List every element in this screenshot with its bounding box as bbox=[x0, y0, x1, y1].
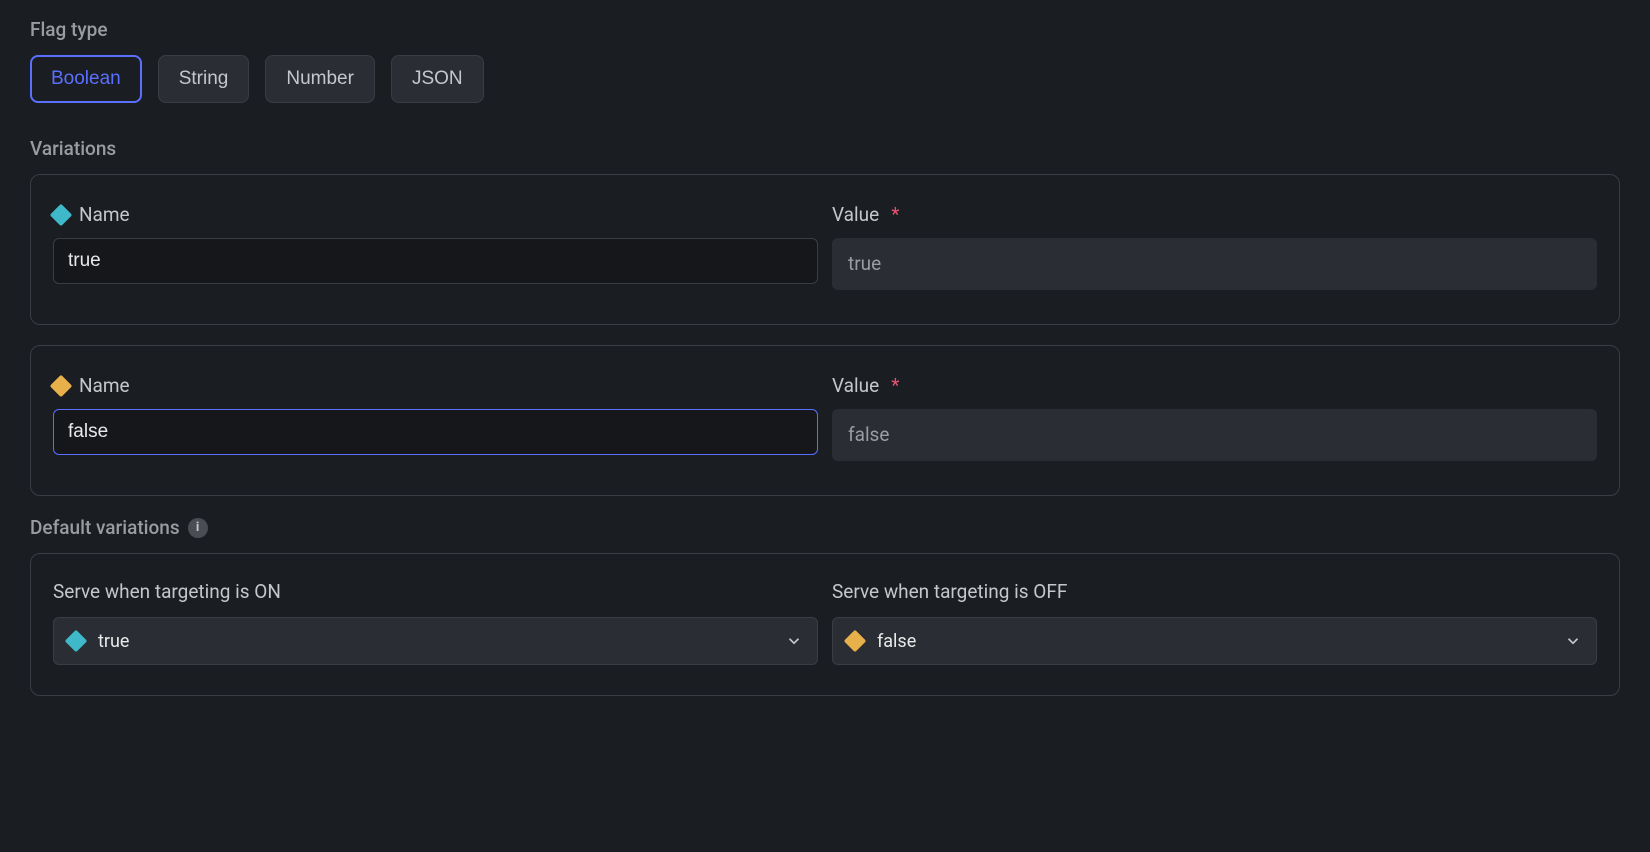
variation-name-input[interactable] bbox=[53, 238, 818, 284]
variation-card: Name Value * false bbox=[30, 345, 1620, 496]
flag-type-options: Boolean String Number JSON bbox=[30, 55, 1620, 103]
required-asterisk: * bbox=[891, 374, 899, 397]
variation-value-label: Value * bbox=[832, 203, 1597, 226]
variation-value-display: false bbox=[832, 409, 1597, 461]
info-icon[interactable]: i bbox=[188, 518, 208, 538]
variation-value-display: true bbox=[832, 238, 1597, 290]
flag-type-number-button[interactable]: Number bbox=[265, 55, 375, 103]
variation-name-input[interactable] bbox=[53, 409, 818, 455]
serve-off-label: Serve when targeting is OFF bbox=[832, 580, 1597, 603]
variation-name-label-text: Name bbox=[79, 374, 130, 397]
default-variations-label-text: Default variations bbox=[30, 516, 180, 539]
variation-card: Name Value * true bbox=[30, 174, 1620, 325]
serve-off-value: false bbox=[877, 631, 916, 652]
variations-label: Variations bbox=[30, 137, 1620, 160]
serve-on-select[interactable]: true bbox=[53, 617, 818, 665]
variation-value-label-text: Value bbox=[832, 374, 879, 397]
diamond-icon bbox=[50, 203, 73, 226]
flag-type-string-button[interactable]: String bbox=[158, 55, 250, 103]
variation-name-label: Name bbox=[53, 374, 818, 397]
chevron-down-icon bbox=[1564, 632, 1582, 650]
serve-off-select[interactable]: false bbox=[832, 617, 1597, 665]
serve-on-label: Serve when targeting is ON bbox=[53, 580, 818, 603]
default-variations-label: Default variations i bbox=[30, 516, 1620, 539]
variation-value-label: Value * bbox=[832, 374, 1597, 397]
flag-type-boolean-button[interactable]: Boolean bbox=[30, 55, 142, 103]
diamond-icon bbox=[844, 630, 867, 653]
diamond-icon bbox=[50, 374, 73, 397]
serve-on-value: true bbox=[98, 631, 129, 652]
flag-type-label: Flag type bbox=[30, 18, 1620, 41]
required-asterisk: * bbox=[891, 203, 899, 226]
chevron-down-icon bbox=[785, 632, 803, 650]
diamond-icon bbox=[65, 630, 88, 653]
variation-value-label-text: Value bbox=[832, 203, 879, 226]
variation-name-label: Name bbox=[53, 203, 818, 226]
default-variations-card: Serve when targeting is ON true Serve wh… bbox=[30, 553, 1620, 696]
flag-type-json-button[interactable]: JSON bbox=[391, 55, 484, 103]
variation-name-label-text: Name bbox=[79, 203, 130, 226]
